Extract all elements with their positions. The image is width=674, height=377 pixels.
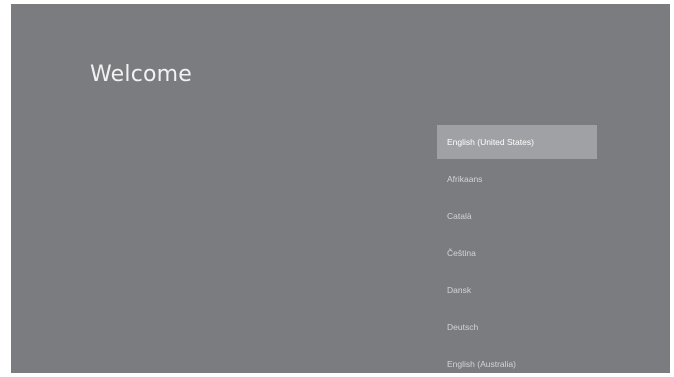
page-title: Welcome	[90, 62, 193, 87]
language-option-deutsch[interactable]: Deutsch	[437, 310, 597, 344]
language-list: English (United States) Afrikaans Català…	[437, 125, 597, 373]
language-option-dansk[interactable]: Dansk	[437, 273, 597, 307]
language-option-catala[interactable]: Català	[437, 199, 597, 233]
language-option-english-australia[interactable]: English (Australia)	[437, 347, 597, 373]
language-option-afrikaans[interactable]: Afrikaans	[437, 162, 597, 196]
welcome-screen: Welcome English (United States) Afrikaan…	[11, 4, 670, 373]
language-option-cestina[interactable]: Čeština	[437, 236, 597, 270]
language-option-english-us[interactable]: English (United States)	[437, 125, 597, 159]
